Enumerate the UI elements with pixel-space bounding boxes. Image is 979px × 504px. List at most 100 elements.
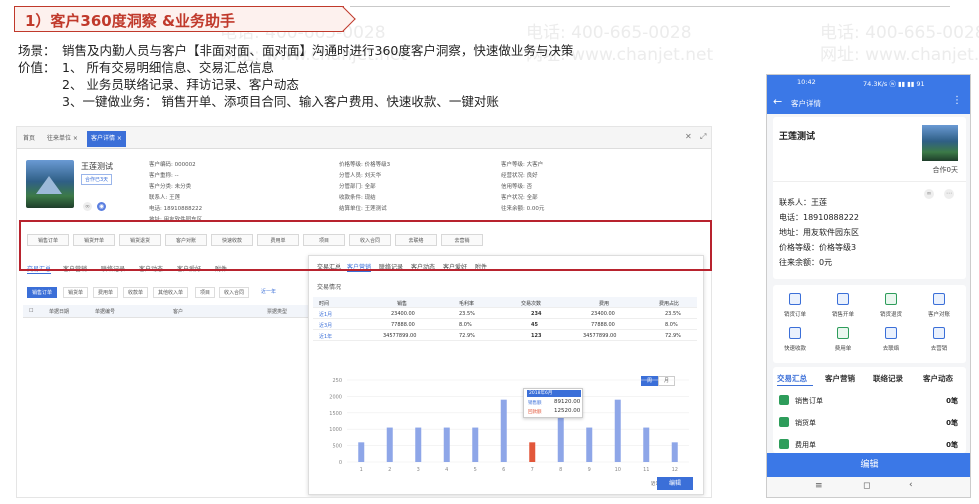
list-item[interactable]: 销货单 0笔 xyxy=(773,413,966,433)
x-tick-label: 12 xyxy=(672,467,678,473)
cell-period[interactable]: 近1月 xyxy=(319,311,332,318)
hdr-expense: 费用 xyxy=(599,301,610,307)
title-rule xyxy=(350,6,950,7)
more-dots-icon[interactable]: ⋯ xyxy=(944,189,954,199)
list-item[interactable]: 费用单 0笔 xyxy=(773,435,966,455)
hdr-ratio: 费用占比 xyxy=(659,301,680,307)
y-tick-label: 0 xyxy=(339,460,342,466)
mobile-tab-dynamics[interactable]: 客户动态 xyxy=(923,373,953,384)
tooltip-receipt-value: 12520.00 xyxy=(554,408,581,414)
x-tick-label: 4 xyxy=(445,467,448,473)
link-icon[interactable]: ∞ xyxy=(924,189,934,199)
mobile-customer-detail: 10:42 74.3K/s ⓦ ▮▮ ▮▮ 91 ← 客户详情 ⋮ 王莲测试 合… xyxy=(766,74,971,498)
mobile-system-nav: ≡ ◻ ‹ xyxy=(767,477,970,497)
info-salesperson: 分管人员: 刘天华 xyxy=(339,173,382,179)
back-arrow-icon[interactable]: ← xyxy=(773,95,782,108)
hdr-margin: 毛利率 xyxy=(459,301,475,307)
hdr-count: 交易次数 xyxy=(521,301,542,307)
checkbox-icon[interactable]: ☐ xyxy=(29,308,33,314)
more-icon[interactable]: ⋮ xyxy=(952,95,962,106)
cell-count: 45 xyxy=(531,322,538,328)
list-btn-expense[interactable]: 费用单 xyxy=(93,287,119,298)
table-row: 近1月 23400.00 23.5% 234 23400.00 23.5% xyxy=(313,308,697,319)
mobile-action-marketing[interactable]: 去营销 xyxy=(919,327,959,361)
list-btn-sales-invoice[interactable]: 销货单 xyxy=(63,287,89,298)
desktop-edit-button[interactable]: 编辑 xyxy=(657,477,693,490)
hdr-sales: 销售 xyxy=(397,301,408,307)
info-price-level: 价格等级: 价格等级3 xyxy=(339,162,391,168)
mobile-action-quick-receipt[interactable]: 快速收款 xyxy=(775,327,815,361)
list-btn-contract[interactable]: 收入合同 xyxy=(219,287,250,298)
transaction-bar-chart: 25020001500100050001 2 3 4 5 6 7 8 9 10 11 12 xyxy=(329,378,689,473)
mobile-tab-summary[interactable]: 交易汇总 xyxy=(777,373,807,384)
bar xyxy=(443,427,450,462)
link-icon[interactable]: ∞ xyxy=(83,202,92,211)
home-icon[interactable]: ◻ xyxy=(863,481,870,491)
cell-ratio: 23.5% xyxy=(665,311,681,317)
tab-home[interactable]: 首页 xyxy=(19,131,39,147)
desktop-customer-detail: 首页 往来单位 × 客户详情 × ✕ ⤢ 王莲测试 合作已3天 ∞ ◉ 客户编码… xyxy=(16,126,712,498)
info-payment-terms: 收款条件: 现结 xyxy=(339,195,376,201)
mobile-action-expense[interactable]: 费用单 xyxy=(823,327,863,361)
tooltip-date: 2018年6月 xyxy=(527,390,581,397)
customer-avatar xyxy=(26,160,74,208)
chart-tooltip: 2018年6月 销售额 89120.00 回款额 12520.00 xyxy=(523,388,583,418)
maximize-icon[interactable]: ⤢ xyxy=(700,132,706,142)
y-tick-label: 2000 xyxy=(329,394,342,400)
info-grade: 客户等级: 大客户 xyxy=(501,162,544,168)
list-btn-last-year[interactable]: 近一年 xyxy=(257,287,281,298)
tab-partners[interactable]: 往来单位 × xyxy=(43,131,82,147)
cell-sales: 34577899.00 xyxy=(383,333,417,339)
tab-customer-detail[interactable]: 客户详情 × xyxy=(87,131,126,147)
mobile-coop-days: 合作0天 xyxy=(932,166,958,174)
value-item-3: 3、一键做业务： 销售开单、添项目合同、输入客户费用、快速收款、一键对账 xyxy=(62,94,499,109)
cell-period[interactable]: 近1年 xyxy=(319,333,332,340)
mobile-customer-card: 王莲测试 合作0天 ∞ ⋯ 联系人：王莲 电话：18910888222 地址：用… xyxy=(773,117,966,279)
cell-ratio: 72.9% xyxy=(665,333,681,339)
mobile-action-contact[interactable]: 去联络 xyxy=(871,327,911,361)
info-contact: 联系人: 王莲 xyxy=(149,195,181,201)
list-btn-other-income[interactable]: 其他收入单 xyxy=(153,287,189,298)
hdr-time: 时间 xyxy=(319,301,330,307)
col-customer: 客户 xyxy=(173,309,184,315)
info-code: 客户编码: 000002 xyxy=(149,162,196,168)
bar xyxy=(415,427,422,462)
cell-period[interactable]: 近3月 xyxy=(319,322,332,329)
transaction-summary-popup: 交易汇总 客户营销 联络记录 客户动态 客户爱好 附件 交易情况 时间 销售 毛… xyxy=(308,255,704,495)
mobile-tab-contact[interactable]: 联络记录 xyxy=(873,373,903,384)
mobile-tab-marketing[interactable]: 客户营销 xyxy=(825,373,855,384)
table-row: 近3月 77888.00 8.0% 45 77888.00 8.0% xyxy=(313,319,697,330)
info-department: 分管部门: 全部 xyxy=(339,184,376,190)
mobile-edit-button[interactable]: 编辑 xyxy=(767,453,970,477)
info-customer-status: 客户状况: 全部 xyxy=(501,195,538,201)
list-btn-project[interactable]: 项目 xyxy=(195,287,216,298)
section-title: 交易情况 xyxy=(317,284,342,291)
list-btn-receipt[interactable]: 收款单 xyxy=(123,287,149,298)
info-alias: 客户重称: -- xyxy=(149,173,179,179)
cell-sales: 23400.00 xyxy=(391,311,415,317)
cell-expense: 34577899.00 xyxy=(583,333,617,339)
share-icon[interactable]: ◉ xyxy=(97,202,106,211)
y-tick-label: 500 xyxy=(332,444,342,450)
list-item[interactable]: 销售订单 0笔 xyxy=(773,391,966,411)
x-tick-label: 7 xyxy=(531,467,534,473)
col-type: 票据类型 xyxy=(267,309,288,315)
mobile-action-grid: 销货订单 销售开单 销货退货 客户对账 快速收款 费用单 去联络 去营销 xyxy=(773,285,966,363)
customer-name: 王莲测试 xyxy=(81,162,113,171)
mobile-action-sales-invoice[interactable]: 销售开单 xyxy=(823,293,863,327)
x-tick-label: 9 xyxy=(588,467,591,473)
mobile-action-sales-order[interactable]: 销货订单 xyxy=(775,293,815,327)
list-btn-sales-order[interactable]: 销售订单 xyxy=(27,287,58,298)
summary-table: 时间 销售 毛利率 交易次数 费用 费用占比 近1月 23400.00 23.5… xyxy=(313,297,697,341)
info-business-status: 经营状况: 良好 xyxy=(501,173,538,179)
mobile-action-sales-return[interactable]: 销货退货 xyxy=(871,293,911,327)
back-icon[interactable]: ‹ xyxy=(909,480,913,490)
menu-icon[interactable]: ≡ xyxy=(815,481,823,491)
slide-title: 1）客户360度洞察 &业务助手 xyxy=(25,12,236,30)
x-tick-label: 2 xyxy=(388,467,391,473)
close-icon[interactable]: ✕ xyxy=(685,132,692,141)
x-tick-label: 8 xyxy=(559,467,562,473)
mobile-customer-name: 王莲测试 xyxy=(779,132,816,142)
mobile-action-reconcile[interactable]: 客户对账 xyxy=(919,293,959,327)
mobile-balance: 往来余额：0元 xyxy=(779,258,833,267)
